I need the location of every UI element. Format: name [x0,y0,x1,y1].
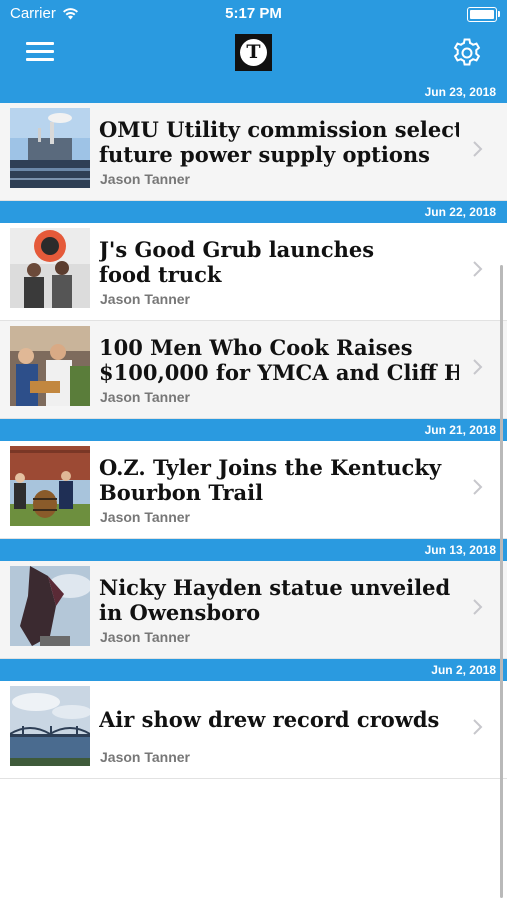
scrollbar[interactable] [500,265,503,898]
chevron-right-icon [473,261,483,277]
status-time: 5:17 PM [225,5,282,22]
article-title: OMU Utility commission selects future po… [99,117,459,167]
article-thumbnail [10,108,90,188]
article-title: J's Good Grub launches food truck [99,237,375,287]
app-header: Carrier 5:17 PM T [0,0,507,81]
chevron-right-icon [473,359,483,375]
article-author: Jason Tanner [100,171,190,187]
list-item[interactable]: OMU Utility commission selects future po… [0,103,507,201]
chevron-right-icon [473,599,483,615]
chevron-right-icon [473,141,483,157]
battery-icon [467,7,500,22]
list-item[interactable]: Air show drew record crowds Jason Tanner [0,681,507,779]
news-feed: Jun 23, 2018 OMU Utility commission sele… [0,81,507,779]
date-header: Jun 21, 2018 [0,419,507,441]
article-thumbnail [10,446,90,526]
article-thumbnail [10,686,90,766]
gear-icon[interactable] [451,37,483,69]
article-author: Jason Tanner [100,629,190,645]
article-author: Jason Tanner [100,389,190,405]
article-title: Air show drew record crowds [99,707,440,732]
date-header: Jun 2, 2018 [0,659,507,681]
chevron-right-icon [473,719,483,735]
list-item[interactable]: J's Good Grub launches food truck Jason … [0,223,507,321]
app-logo[interactable]: T [235,34,272,71]
article-title: O.Z. Tyler Joins the Kentucky Bourbon Tr… [99,455,442,505]
list-item[interactable]: 100 Men Who Cook Raises $100,000 for YMC… [0,321,507,419]
article-thumbnail [10,326,90,406]
logo-letter: T [240,39,267,66]
chevron-right-icon [473,479,483,495]
article-thumbnail [10,228,90,308]
status-bar: Carrier 5:17 PM [0,0,507,28]
article-title: 100 Men Who Cook Raises $100,000 for YMC… [99,335,459,385]
list-item[interactable]: Nicky Hayden statue unveiled in Owensbor… [0,561,507,659]
article-author: Jason Tanner [100,509,190,525]
hamburger-menu-icon[interactable] [26,42,54,62]
date-header: Jun 13, 2018 [0,539,507,561]
date-header: Jun 22, 2018 [0,201,507,223]
list-item[interactable]: O.Z. Tyler Joins the Kentucky Bourbon Tr… [0,441,507,539]
date-header: Jun 23, 2018 [0,81,507,103]
article-author: Jason Tanner [100,291,190,307]
article-author: Jason Tanner [100,749,190,765]
article-title: Nicky Hayden statue unveiled in Owensbor… [99,575,451,625]
article-thumbnail [10,566,90,646]
